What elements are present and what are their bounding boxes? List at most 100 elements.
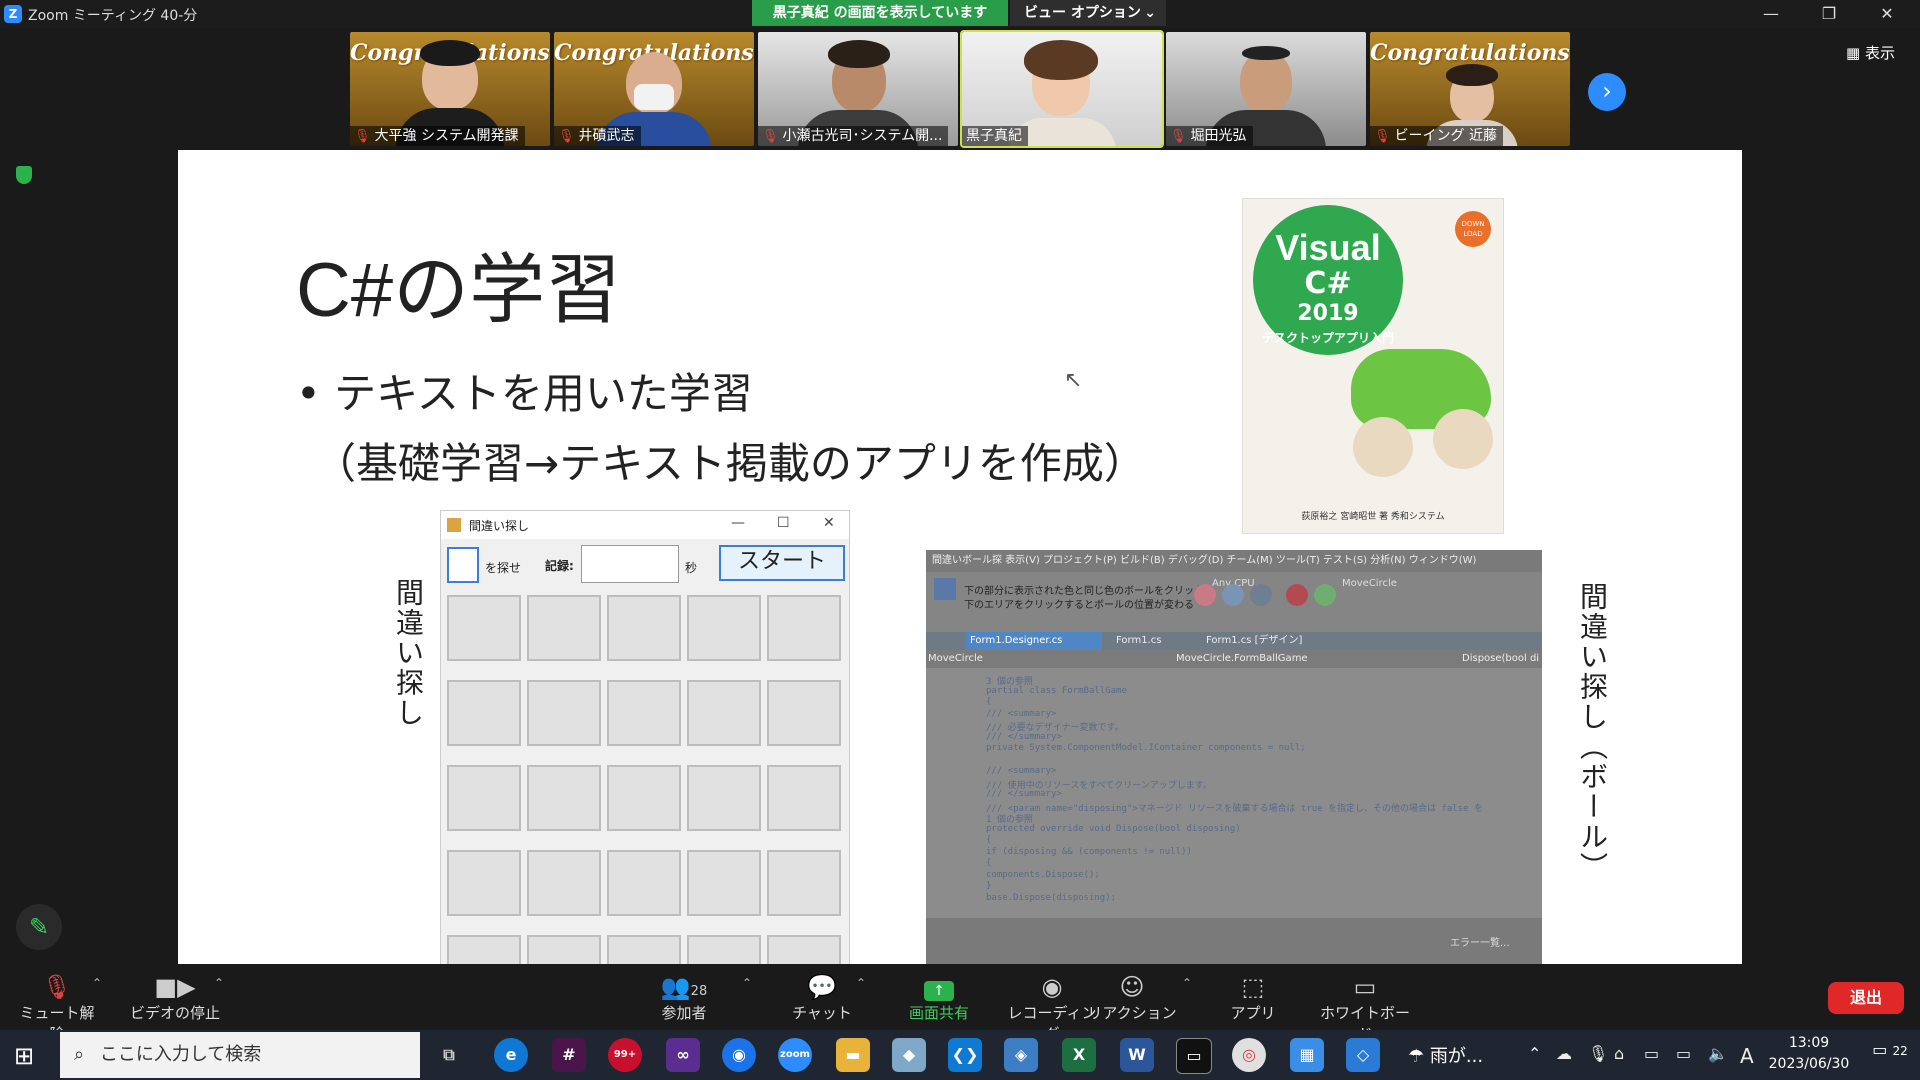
- apps-label: アプリ: [1230, 1004, 1276, 1022]
- vscode-icon[interactable]: ❮❯: [948, 1038, 982, 1072]
- participant-hair: [1446, 64, 1498, 86]
- game-cell: [607, 595, 681, 661]
- code-line: base.Dispose(disposing);: [986, 892, 1117, 903]
- book-title-line2: C#: [1304, 266, 1352, 301]
- chat-button[interactable]: 💬 チャット: [792, 972, 852, 1023]
- view-options-button[interactable]: ビュー オプション ⌄: [1010, 0, 1166, 26]
- participant-hair: [828, 40, 890, 68]
- shield-icon[interactable]: [16, 166, 32, 184]
- code-line: /// <summary>: [986, 766, 1057, 776]
- zoom-icon[interactable]: zoom: [778, 1038, 812, 1072]
- participant-tile[interactable]: 🎙 堀田光弘: [1166, 32, 1366, 146]
- code-line: /// </summary>: [986, 731, 1062, 742]
- visual-studio-icon[interactable]: ∞: [666, 1038, 700, 1072]
- toy-wheel: [1353, 417, 1413, 477]
- view-layout-button[interactable]: ▦ 表示: [1846, 42, 1895, 63]
- slide-title: C#の学習: [296, 248, 622, 333]
- restore-button[interactable]: ❐: [1806, 0, 1852, 28]
- chevron-up-icon[interactable]: ⌃: [1182, 976, 1192, 990]
- participant-hair: [1242, 46, 1290, 60]
- reactions-button[interactable]: ☺ リアクション: [1084, 972, 1180, 1023]
- display-icon[interactable]: ▭: [1676, 1044, 1691, 1063]
- book-publisher: 荻原裕之 宮崎昭世 著 秀和システム: [1301, 512, 1445, 522]
- ide-nav-mid: MoveCircle.FormBallGame: [1176, 653, 1308, 664]
- terminal-icon[interactable]: ▭: [1176, 1038, 1212, 1074]
- battery-icon[interactable]: ▭: [1644, 1044, 1659, 1063]
- participant-tile[interactable]: 🎙 小瀬古光司･システム開...: [758, 32, 958, 146]
- notification-center-button[interactable]: ▭ 22: [1872, 1040, 1908, 1070]
- chevron-down-icon: ⌄: [1144, 5, 1156, 21]
- stop-video-button[interactable]: ■▶ ビデオの停止: [128, 972, 222, 1023]
- book-title-circle: Visual C# 2019 デスクトップアプリ入門: [1253, 205, 1403, 355]
- maps-icon[interactable]: ◉: [722, 1038, 756, 1072]
- share-screen-button[interactable]: ↑ 画面共有: [904, 972, 974, 1023]
- app-icon[interactable]: ◈: [1004, 1038, 1038, 1072]
- ide-project: MoveCircle: [1342, 578, 1397, 589]
- chevron-up-icon[interactable]: ⌃: [214, 976, 224, 990]
- volume-icon[interactable]: 🔈: [1708, 1044, 1728, 1063]
- participant-tile[interactable]: Congratulations! 🎙 ビーイング 近藤: [1370, 32, 1570, 146]
- task-view-icon[interactable]: ⧉: [432, 1038, 466, 1072]
- app-icon[interactable]: ◆: [892, 1038, 926, 1072]
- calendar-icon[interactable]: ▦: [1290, 1038, 1324, 1072]
- stop-video-label: ビデオの停止: [129, 1004, 220, 1022]
- ide-nav-left: MoveCircle: [928, 653, 983, 664]
- ball-icon: [1286, 584, 1308, 606]
- participant-tile-active-speaker[interactable]: 黒子真紀: [960, 30, 1164, 148]
- reactions-label: リアクション: [1087, 1004, 1177, 1022]
- cloud-icon[interactable]: ☁: [1556, 1044, 1572, 1063]
- game-cell: [607, 765, 681, 831]
- apps-button[interactable]: ⬚ アプリ: [1220, 972, 1286, 1023]
- chrome-icon[interactable]: ◎: [1232, 1038, 1266, 1072]
- excel-icon[interactable]: X: [1062, 1038, 1096, 1072]
- clock-time[interactable]: 13:09: [1774, 1035, 1844, 1051]
- chevron-up-icon[interactable]: ⌃: [1528, 1044, 1541, 1063]
- slide-subtext: （基礎学習→テキスト掲載のアプリを作成）: [314, 439, 1146, 488]
- file-explorer-icon[interactable]: ▬: [836, 1038, 870, 1072]
- next-page-button[interactable]: ›: [1588, 73, 1626, 111]
- ide-message-1: 下の部分に表示された色と同じ色のボールをクリック: [964, 586, 1204, 597]
- slack-icon[interactable]: #: [552, 1038, 586, 1072]
- game-cell: [527, 680, 601, 746]
- minimize-button[interactable]: —: [1748, 0, 1794, 28]
- game-cell: [447, 935, 521, 964]
- close-button[interactable]: ✕: [1864, 0, 1910, 28]
- video-camera-icon: ■▶: [154, 973, 196, 1001]
- participant-name: 🎙 小瀬古光司･システム開...: [758, 126, 949, 146]
- clock-date[interactable]: 2023/06/30: [1766, 1056, 1852, 1072]
- game-cell: [527, 595, 601, 661]
- mic-icon[interactable]: 🎙: [1588, 1044, 1608, 1063]
- ime-indicator[interactable]: A: [1740, 1044, 1754, 1068]
- code-line: protected override void Dispose(bool dis…: [986, 823, 1241, 834]
- chevron-up-icon[interactable]: ⌃: [92, 976, 102, 990]
- ide-screenshot: 間違いボール探 表示(V) プロジェクト(P) ビルド(B) デバッグ(D) チ…: [926, 550, 1542, 964]
- ball-icon: [1250, 584, 1272, 606]
- word-icon[interactable]: W: [1120, 1038, 1154, 1072]
- participants-count: 28: [690, 984, 708, 999]
- book-title-line1: Visual: [1275, 227, 1381, 268]
- chevron-up-icon[interactable]: ⌃: [856, 976, 866, 990]
- chevron-up-icon[interactable]: ⌃: [742, 976, 752, 990]
- congrats-banner: Congratulations!: [1370, 40, 1570, 66]
- ball-icon: [1194, 584, 1216, 606]
- taskbar-search-input[interactable]: ⌕ ここに入力して検索: [60, 1032, 420, 1078]
- game-cell: [767, 680, 841, 746]
- apps-icon: ⬚: [1241, 973, 1265, 1001]
- slide-bullet: • テキストを用いた学習: [296, 369, 753, 418]
- mail-icon[interactable]: 99+: [608, 1038, 642, 1072]
- code-line: }: [986, 881, 992, 891]
- app-icon[interactable]: ◇: [1346, 1038, 1380, 1072]
- windows-start-icon[interactable]: ⊞: [14, 1042, 34, 1070]
- participant-tile[interactable]: Congratulations! 🎙大平強 システム開発課: [350, 32, 550, 146]
- participant-name: 🎙 ビーイング 近藤: [1370, 126, 1503, 146]
- edge-icon[interactable]: e: [494, 1038, 528, 1072]
- participant-tile[interactable]: Congratulations! 🎙井磧武志: [554, 32, 754, 146]
- participants-button[interactable]: 👥28 参加者: [654, 972, 714, 1023]
- code-line: private System.ComponentModel.IContainer…: [986, 743, 1306, 753]
- code-line: if (disposing && (components != null)): [986, 846, 1192, 857]
- search-placeholder: ここに入力して検索: [99, 1044, 262, 1065]
- leave-button[interactable]: 退出: [1828, 982, 1904, 1014]
- weather-widget[interactable]: ☂ 雨が...: [1408, 1042, 1483, 1068]
- annotate-pen-button[interactable]: ✎: [16, 904, 62, 950]
- network-icon[interactable]: ⌂: [1614, 1044, 1624, 1063]
